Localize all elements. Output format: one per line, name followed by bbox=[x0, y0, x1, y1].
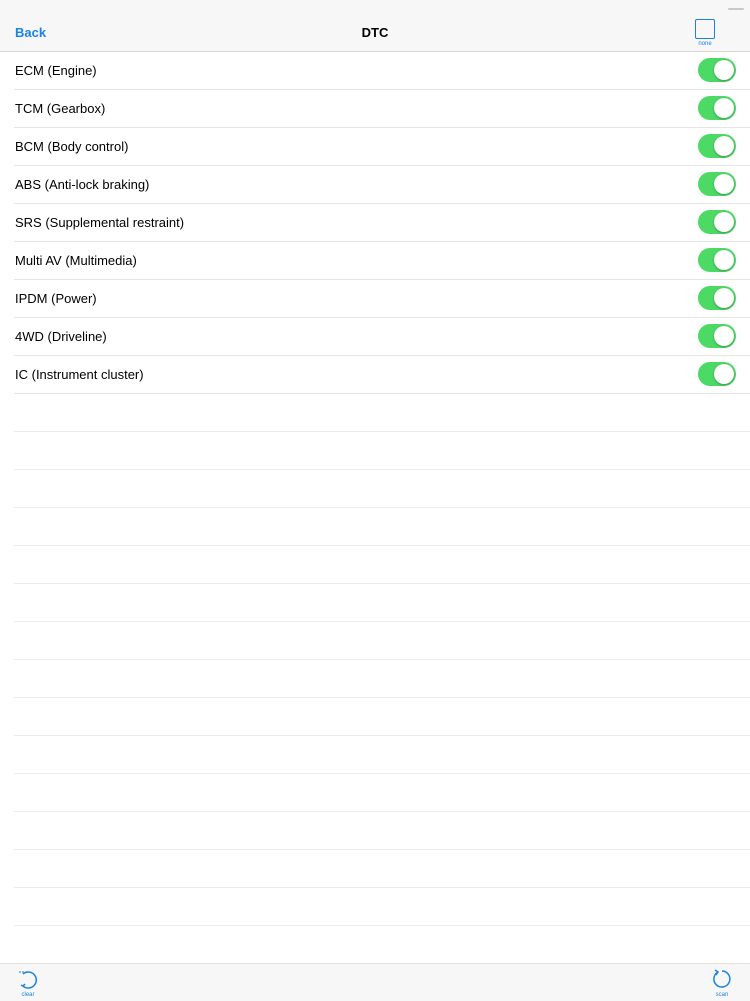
list-item-label: ECM (Engine) bbox=[15, 63, 97, 78]
scan-label: scan bbox=[715, 992, 729, 998]
toggle-knob bbox=[714, 326, 734, 346]
empty-row bbox=[14, 736, 750, 774]
empty-row bbox=[14, 470, 750, 508]
toggle-knob bbox=[714, 136, 734, 156]
4wd-toggle[interactable] bbox=[698, 324, 736, 348]
empty-row bbox=[14, 622, 750, 660]
list-item-label: IC (Instrument cluster) bbox=[15, 367, 144, 382]
srs-toggle[interactable] bbox=[698, 210, 736, 234]
back-button[interactable]: Back bbox=[15, 25, 46, 40]
multi-av-toggle[interactable] bbox=[698, 248, 736, 272]
ipdm-toggle[interactable] bbox=[698, 286, 736, 310]
ecm-toggle[interactable] bbox=[698, 58, 736, 82]
empty-row bbox=[14, 546, 750, 584]
tcm-toggle[interactable] bbox=[698, 96, 736, 120]
toggle-knob bbox=[714, 174, 734, 194]
empty-row bbox=[14, 850, 750, 888]
list-item-ipdm: IPDM (Power) bbox=[14, 280, 750, 318]
list-item-label: 4WD (Driveline) bbox=[15, 329, 107, 344]
toggle-knob bbox=[714, 288, 734, 308]
empty-row bbox=[14, 508, 750, 546]
list-item-label: Multi AV (Multimedia) bbox=[15, 253, 137, 268]
empty-row bbox=[14, 888, 750, 926]
list-item-label: BCM (Body control) bbox=[15, 139, 129, 154]
list-item-multi-av: Multi AV (Multimedia) bbox=[14, 242, 750, 280]
list-item-label: IPDM (Power) bbox=[15, 291, 97, 306]
nav-bar: Back DTC none bbox=[0, 14, 750, 52]
empty-row bbox=[14, 660, 750, 698]
none-button[interactable]: none bbox=[692, 17, 718, 51]
toggle-knob bbox=[714, 60, 734, 80]
bcm-toggle[interactable] bbox=[698, 134, 736, 158]
page-title: DTC bbox=[361, 25, 389, 40]
list-item-abs: ABS (Anti-lock braking) bbox=[14, 166, 750, 204]
toggle-knob bbox=[714, 212, 734, 232]
list-item-label: SRS (Supplemental restraint) bbox=[15, 215, 185, 230]
scan-button[interactable]: scan bbox=[708, 968, 736, 1000]
undo-arrow-icon bbox=[19, 971, 38, 989]
empty-row bbox=[14, 394, 750, 432]
toggle-knob bbox=[714, 98, 734, 118]
list-item-ic: IC (Instrument cluster) bbox=[14, 356, 750, 394]
list-item-tcm: TCM (Gearbox) bbox=[14, 90, 750, 128]
abs-toggle[interactable] bbox=[698, 172, 736, 196]
toggle-knob bbox=[714, 364, 734, 384]
refresh-icon bbox=[713, 969, 731, 988]
status-indicator bbox=[728, 8, 744, 10]
list-item-4wd: 4WD (Driveline) bbox=[14, 318, 750, 356]
ic-toggle[interactable] bbox=[698, 362, 736, 386]
empty-row bbox=[14, 432, 750, 470]
empty-row bbox=[14, 584, 750, 622]
list-item-srs: SRS (Supplemental restraint) bbox=[14, 204, 750, 242]
clear-label: clear bbox=[21, 992, 35, 998]
clear-button[interactable]: clear bbox=[14, 968, 42, 1000]
none-label: none bbox=[698, 41, 712, 47]
status-bar bbox=[0, 0, 750, 14]
empty-row bbox=[14, 812, 750, 850]
empty-checkbox-icon bbox=[695, 19, 715, 39]
list-item-bcm: BCM (Body control) bbox=[14, 128, 750, 166]
bottom-toolbar: clear scan bbox=[0, 963, 750, 1001]
toggle-knob bbox=[714, 250, 734, 270]
module-list: ECM (Engine) TCM (Gearbox) BCM (Body con… bbox=[0, 52, 750, 926]
empty-row bbox=[14, 774, 750, 812]
empty-row bbox=[14, 698, 750, 736]
list-item-label: TCM (Gearbox) bbox=[15, 101, 106, 116]
list-item-ecm: ECM (Engine) bbox=[14, 52, 750, 90]
list-item-label: ABS (Anti-lock braking) bbox=[15, 177, 150, 192]
